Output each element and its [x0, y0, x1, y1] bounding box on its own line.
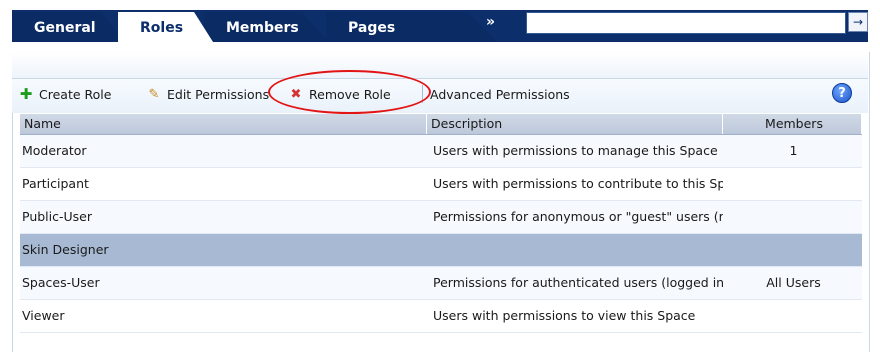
column-header-name[interactable]: Name	[20, 114, 427, 134]
role-description: Users with permissions to contribute to …	[433, 176, 723, 191]
pencil-icon: ✎	[148, 86, 160, 102]
advanced-permissions-label: Advanced Permissions	[430, 86, 570, 102]
advanced-permissions-button[interactable]: Advanced Permissions	[430, 83, 570, 105]
role-members	[723, 201, 862, 233]
table-row[interactable]: Participant Users with permissions to co…	[20, 168, 862, 201]
help-icon[interactable]: ?	[832, 83, 852, 103]
role-name: Skin Designer	[22, 242, 109, 257]
tab-overflow-chevron-icon[interactable]: »	[486, 14, 495, 30]
table-body: Moderator Users with permissions to mana…	[20, 135, 862, 333]
role-name: Public-User	[22, 209, 92, 224]
role-description: Users with permissions to manage this Sp…	[433, 143, 718, 158]
table-row-selected[interactable]: Skin Designer	[20, 234, 862, 267]
role-name: Spaces-User	[22, 275, 100, 290]
role-name: Participant	[22, 176, 89, 191]
create-role-button[interactable]: ✚ Create Role	[18, 83, 112, 105]
table-row[interactable]: Spaces-User Permissions for authenticate…	[20, 267, 862, 300]
go-arrow-icon[interactable]: →	[848, 12, 868, 32]
role-members	[723, 234, 862, 266]
table-header: Name Description Members	[20, 114, 862, 135]
role-name: Moderator	[22, 143, 87, 158]
tab-search-input[interactable]	[526, 12, 846, 34]
role-name: Viewer	[22, 308, 65, 323]
roles-table: Name Description Members Moderator Users…	[20, 114, 862, 333]
role-description	[427, 234, 723, 266]
roles-toolbar: ✚ Create Role ✎ Edit Permissions ✖ Remov…	[12, 78, 868, 113]
tab-label: Members	[226, 20, 299, 36]
edit-permissions-button[interactable]: ✎ Edit Permissions	[146, 83, 270, 105]
table-row[interactable]: Viewer Users with permissions to view th…	[20, 300, 862, 333]
tab-label: Pages	[348, 20, 396, 36]
role-members	[723, 300, 862, 332]
tab-label: Roles	[140, 20, 184, 36]
highlight-annotation	[268, 70, 431, 114]
role-members	[723, 168, 862, 200]
column-header-members[interactable]: Members	[723, 114, 862, 134]
table-row[interactable]: Public-User Permissions for anonymous or…	[20, 201, 862, 234]
role-description: Users with permissions to view this Spac…	[433, 308, 696, 323]
plus-icon: ✚	[19, 85, 33, 103]
role-members: All Users	[766, 275, 821, 290]
create-role-label: Create Role	[39, 86, 112, 102]
tab-label: General	[34, 20, 96, 36]
edit-permissions-label: Edit Permissions	[167, 86, 270, 102]
column-header-description[interactable]: Description	[427, 114, 723, 134]
panel-header	[12, 52, 868, 78]
role-description: Permissions for anonymous or "guest" use…	[433, 209, 723, 224]
role-members: 1	[789, 143, 798, 158]
role-description: Permissions for authenticated users (log…	[433, 275, 723, 290]
table-row[interactable]: Moderator Users with permissions to mana…	[20, 135, 862, 168]
